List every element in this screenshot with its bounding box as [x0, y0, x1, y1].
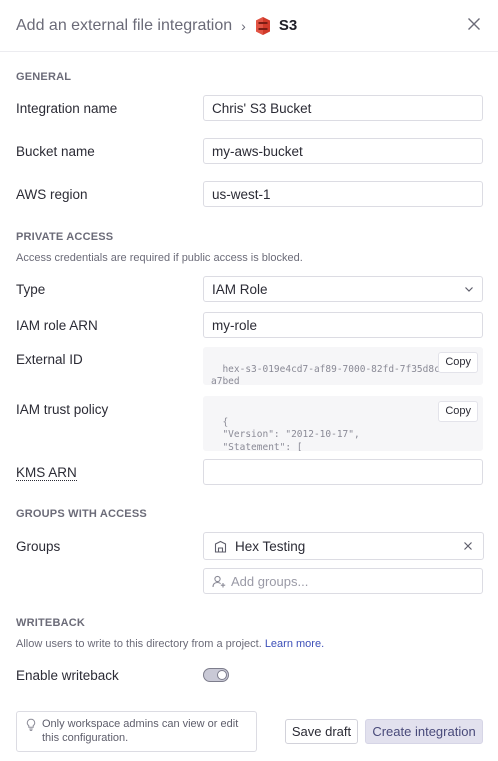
learn-more-link[interactable]: Learn more.	[265, 638, 324, 650]
external-id-field: hex-s3-019e4cd7-af89-7000-82fd-7f35d8c a…	[203, 347, 483, 385]
lightbulb-icon	[26, 718, 36, 731]
writeback-section-title: WRITEBACK	[16, 617, 86, 629]
admin-note: Only workspace admins can view or edit t…	[16, 711, 257, 752]
groups-label: Groups	[16, 539, 61, 554]
external-id-label: External ID	[16, 352, 83, 367]
group-chip-label: Hex Testing	[235, 538, 306, 554]
iam-trust-policy-value: { "Version": "2012-10-17", "Statement": …	[222, 416, 360, 452]
iam-role-arn-label: IAM role ARN	[16, 318, 98, 333]
toggle-knob	[217, 670, 227, 680]
writeback-description-text: Allow users to write to this directory f…	[16, 638, 262, 650]
enable-writeback-label: Enable writeback	[16, 668, 119, 683]
writeback-description: Allow users to write to this directory f…	[16, 638, 324, 650]
integration-name-input[interactable]: Chris' S3 Bucket	[203, 95, 483, 121]
group-chip-hex-testing: Hex Testing	[203, 532, 484, 560]
breadcrumb-separator: ›	[241, 17, 246, 34]
add-user-icon	[212, 575, 226, 587]
group-icon	[214, 540, 227, 553]
provider-name: S3	[278, 17, 298, 34]
aws-region-input[interactable]: us-west-1	[203, 181, 483, 207]
create-integration-button[interactable]: Create integration	[365, 719, 483, 744]
groups-section-title: GROUPS WITH ACCESS	[16, 508, 147, 520]
add-groups-placeholder: Add groups...	[231, 573, 309, 589]
save-draft-button[interactable]: Save draft	[285, 719, 358, 744]
admin-note-text: Only workspace admins can view or edit t…	[42, 718, 239, 744]
remove-icon[interactable]	[463, 541, 473, 551]
kms-arn-input[interactable]	[203, 459, 483, 485]
copy-external-id-button[interactable]: Copy	[438, 352, 478, 373]
chevron-down-icon	[465, 287, 473, 292]
integration-name-label: Integration name	[16, 101, 118, 116]
copy-trust-policy-button[interactable]: Copy	[438, 401, 478, 422]
external-id-value: hex-s3-019e4cd7-af89-7000-82fd-7f35d8c a…	[211, 363, 440, 386]
type-label: Type	[16, 282, 46, 297]
private-access-section-title: PRIVATE ACCESS	[16, 231, 114, 243]
bucket-name-input[interactable]: my-aws-bucket	[203, 138, 483, 164]
aws-region-label: AWS region	[16, 187, 88, 202]
enable-writeback-toggle[interactable]	[203, 668, 229, 682]
dialog-header: Add an external file integration › S3	[0, 0, 498, 52]
bucket-name-label: Bucket name	[16, 144, 95, 159]
general-section-title: GENERAL	[16, 71, 72, 83]
type-select-value: IAM Role	[212, 281, 268, 297]
s3-logo-icon	[255, 16, 270, 35]
dialog-title: Add an external file integration	[16, 16, 233, 34]
type-select[interactable]: IAM Role	[203, 276, 483, 302]
iam-role-arn-input[interactable]: my-role	[203, 312, 483, 338]
add-groups-input[interactable]: Add groups...	[203, 568, 483, 594]
kms-arn-label: KMS ARN	[16, 465, 77, 481]
iam-trust-policy-label: IAM trust policy	[16, 402, 109, 417]
close-icon[interactable]	[466, 16, 482, 32]
private-access-description: Access credentials are required if publi…	[16, 252, 303, 264]
iam-trust-policy-field[interactable]: { "Version": "2012-10-17", "Statement": …	[203, 396, 483, 451]
